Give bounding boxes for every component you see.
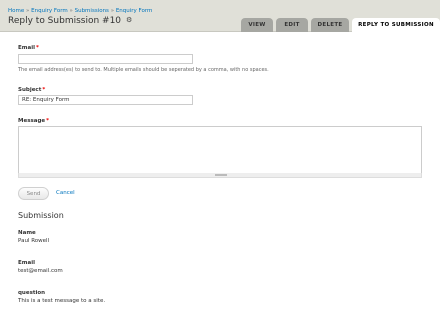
breadcrumb-enquiry-form[interactable]: Enquiry Form: [31, 8, 68, 14]
required-marker: *: [42, 87, 46, 93]
breadcrumb-enquiry-form-current[interactable]: Enquiry Form: [116, 8, 153, 14]
subject-label: Subject*: [18, 87, 45, 93]
submission-field-label: Name: [18, 230, 36, 236]
submission-field-value: Paul Rowell: [18, 238, 50, 244]
submission-field-value: test@email.com: [18, 268, 63, 274]
gear-icon[interactable]: ⚙: [126, 16, 132, 24]
breadcrumb-separator: »: [26, 8, 30, 14]
page-title: Reply to Submission #10: [8, 16, 122, 26]
tab-edit[interactable]: EDIT: [276, 18, 308, 32]
submission-field-label: question: [18, 290, 46, 296]
send-button[interactable]: Send: [18, 187, 49, 200]
tab-delete[interactable]: DELETE: [311, 18, 349, 32]
submission-heading: Submission: [18, 211, 64, 220]
email-label-text: Email: [18, 45, 35, 51]
tab-view[interactable]: VIEW: [241, 18, 273, 32]
message-label-text: Message: [18, 118, 46, 124]
email-field[interactable]: [18, 54, 193, 64]
message-label: Message*: [18, 118, 49, 124]
required-marker: *: [46, 118, 50, 124]
primary-tabs: VIEW EDIT DELETE REPLY TO SUBMISSION: [241, 18, 440, 32]
breadcrumb-submissions[interactable]: Submissions: [75, 8, 109, 14]
required-marker: *: [35, 45, 39, 51]
email-description: The email address(es) to send to. Multip…: [18, 67, 269, 73]
submission-field-value: This is a test message to a site.: [18, 298, 106, 304]
tab-reply-to-submission[interactable]: REPLY TO SUBMISSION: [352, 18, 440, 32]
page-title-row: Reply to Submission #10 ⚙: [8, 16, 132, 26]
breadcrumb-separator: »: [69, 8, 73, 14]
message-textarea[interactable]: [18, 126, 422, 174]
page-header: Home » Enquiry Form » Submissions » Enqu…: [0, 0, 440, 32]
textarea-resize-grip[interactable]: [18, 173, 422, 178]
breadcrumb-separator: »: [110, 8, 115, 14]
subject-field[interactable]: [18, 95, 193, 105]
breadcrumb: Home » Enquiry Form » Submissions » Enqu…: [8, 8, 152, 14]
subject-label-text: Subject: [18, 87, 42, 93]
cancel-link[interactable]: Cancel: [56, 190, 75, 196]
email-label: Email*: [18, 45, 39, 51]
submission-field-label: Email: [18, 260, 35, 266]
breadcrumb-home[interactable]: Home: [8, 8, 24, 14]
grip-handle-icon: [215, 174, 227, 176]
